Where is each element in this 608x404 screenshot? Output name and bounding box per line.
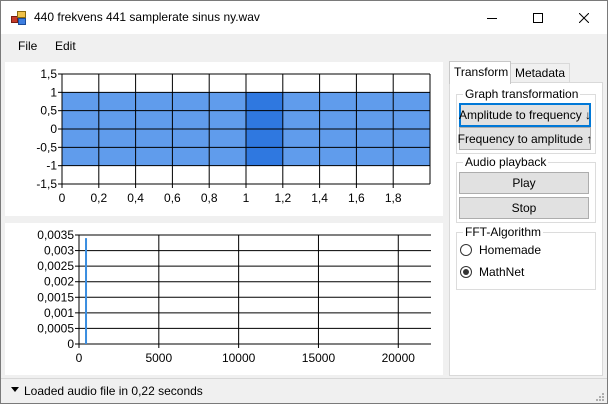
status-text: Loaded audio file in 0,22 seconds bbox=[24, 384, 203, 398]
y-tick-label: -0,5 bbox=[36, 140, 57, 154]
x-tick-label: 0,8 bbox=[201, 191, 218, 205]
radio-homemade-label: Homemade bbox=[479, 243, 542, 257]
play-button[interactable]: Play bbox=[459, 172, 589, 194]
menu-bar: File Edit bbox=[1, 34, 607, 58]
tab-metadata[interactable]: Metadata bbox=[510, 63, 570, 83]
frequency-to-amplitude-button[interactable]: Frequency to amplitude ↑ bbox=[458, 127, 592, 150]
title-bar[interactable]: 440 frekvens 441 samplerate sinus ny.wav bbox=[1, 1, 607, 34]
radio-homemade[interactable]: Homemade bbox=[460, 243, 541, 257]
x-tick-label: 1,2 bbox=[274, 191, 291, 205]
x-tick-label: 15000 bbox=[302, 351, 336, 365]
y-tick-label: 1 bbox=[50, 85, 57, 99]
maximize-button[interactable] bbox=[515, 1, 561, 34]
y-tick-label: 0,0025 bbox=[37, 259, 74, 273]
app-icon bbox=[11, 11, 26, 25]
waveform-chart-svg: 1,510,50-0,5-1-1,50 0,2 0,4 0,6 0,8 1 1,2 1,4 1,… bbox=[36, 67, 431, 205]
x-tick-label: 0,2 bbox=[90, 191, 107, 205]
group-title-graph: Graph transformation bbox=[463, 87, 581, 101]
x-tick-label: 1,4 bbox=[311, 191, 328, 205]
resize-grip-icon[interactable] bbox=[595, 392, 605, 402]
group-title-fft: FFT-Algorithm bbox=[463, 225, 544, 239]
x-tick-label: 0 bbox=[76, 351, 83, 365]
spectrum-chart-svg: 0,0035 0,0030,0025 0,0020,0015 0,0010,0005 0… bbox=[37, 228, 431, 365]
main-window: 440 frekvens 441 samplerate sinus ny.wav… bbox=[0, 0, 608, 404]
y-tick-label: 0,0035 bbox=[37, 228, 74, 242]
y-tick-label: 1,5 bbox=[40, 67, 57, 81]
chart-splitter[interactable] bbox=[5, 216, 443, 223]
fft-algorithm-group: FFT-Algorithm bbox=[456, 225, 596, 290]
x-tick-label: 20000 bbox=[382, 351, 416, 365]
x-tick-label: 5000 bbox=[145, 351, 172, 365]
close-button[interactable] bbox=[561, 1, 607, 34]
radio-mathnet-label: MathNet bbox=[479, 265, 525, 279]
amplitude-to-frequency-button[interactable]: Amplitude to frequency ↓ bbox=[459, 103, 591, 127]
group-title-audio: Audio playback bbox=[463, 155, 549, 169]
menu-edit[interactable]: Edit bbox=[55, 39, 76, 53]
y-tick-label: -1 bbox=[46, 159, 57, 173]
tab-transform[interactable]: Transform bbox=[449, 61, 511, 84]
y-tick-label: 0,002 bbox=[44, 275, 74, 289]
radio-mathnet-circle[interactable] bbox=[460, 266, 472, 278]
tab-strip: Transform Metadata bbox=[449, 61, 603, 84]
waveform-chart[interactable]: 1,5 1 0,5 0 -0,5 -1 -1,5 0 0,2 0,4 0,6 0,8 1 1,2 1,4 1,… bbox=[5, 62, 443, 216]
spectrum-chart[interactable]: 0,0035 0,003 0,0025 0,002 0,0015 0,001 0,0005 0… bbox=[5, 223, 443, 375]
y-tick-label: 0,5 bbox=[40, 104, 57, 118]
status-bar: Loaded audio file in 0,22 seconds bbox=[1, 378, 607, 403]
x-tick-label: 10000 bbox=[222, 351, 256, 365]
x-tick-label: 1,8 bbox=[385, 191, 402, 205]
y-tick-label: 0,003 bbox=[44, 244, 74, 258]
x-tick-label: 1,6 bbox=[348, 191, 365, 205]
minimize-button[interactable] bbox=[469, 1, 515, 34]
window-title: 440 frekvens 441 samplerate sinus ny.wav bbox=[34, 10, 260, 24]
x-tick-label: 0 bbox=[59, 191, 66, 205]
maximize-icon bbox=[533, 12, 543, 23]
y-tick-label: -1,5 bbox=[36, 177, 57, 191]
close-icon bbox=[579, 12, 589, 23]
minimize-icon bbox=[487, 17, 497, 19]
x-tick-label: 0,6 bbox=[164, 191, 181, 205]
y-tick-label: 0,001 bbox=[44, 306, 74, 320]
y-tick-label: 0,0015 bbox=[37, 290, 74, 304]
x-tick-label: 0,4 bbox=[127, 191, 144, 205]
x-tick-label: 1 bbox=[243, 191, 250, 205]
radio-homemade-circle[interactable] bbox=[460, 244, 472, 256]
y-tick-label: 0,0005 bbox=[37, 321, 74, 335]
radio-mathnet[interactable]: MathNet bbox=[460, 265, 524, 279]
dropdown-arrow-icon[interactable] bbox=[11, 387, 19, 392]
y-tick-label: 0 bbox=[67, 337, 74, 351]
stop-button[interactable]: Stop bbox=[459, 197, 589, 219]
y-tick-label: 0 bbox=[50, 122, 57, 136]
menu-file[interactable]: File bbox=[18, 39, 37, 53]
